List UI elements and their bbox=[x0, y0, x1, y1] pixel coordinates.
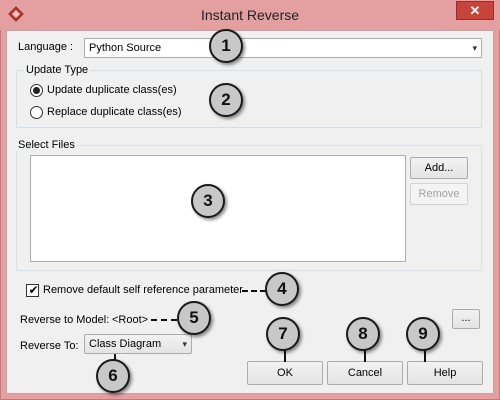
help-button[interactable]: Help bbox=[407, 361, 483, 385]
update-duplicate-radio[interactable] bbox=[30, 84, 43, 97]
callout-5-connector bbox=[151, 319, 177, 321]
callout-9: 9 bbox=[406, 317, 440, 351]
callout-7: 7 bbox=[266, 317, 300, 351]
callout-2: 2 bbox=[209, 83, 243, 117]
callout-5: 5 bbox=[177, 301, 211, 335]
browse-model-button[interactable]: ... bbox=[452, 309, 480, 329]
window-title: Instant Reverse bbox=[200, 7, 300, 23]
callout-9-connector bbox=[424, 350, 426, 362]
cancel-button[interactable]: Cancel bbox=[327, 361, 403, 385]
cancel-button-label: Cancel bbox=[347, 367, 383, 379]
radio-selected-dot bbox=[33, 87, 40, 94]
reverse-to-value: Class Diagram bbox=[89, 338, 162, 350]
reverse-to-model-label: Reverse to Model: bbox=[20, 314, 110, 326]
callout-7-connector bbox=[284, 350, 286, 362]
callout-4-connector bbox=[242, 290, 266, 292]
help-button-label: Help bbox=[433, 367, 457, 379]
close-icon: ✕ bbox=[469, 3, 481, 18]
ok-button-label: OK bbox=[277, 367, 293, 379]
select-files-legend: Select Files bbox=[16, 139, 77, 151]
reverse-to-dropdown[interactable]: Class Diagram ▾ bbox=[84, 334, 192, 354]
replace-duplicate-radio[interactable] bbox=[30, 106, 43, 119]
add-button[interactable]: Add... bbox=[410, 157, 468, 179]
ok-button[interactable]: OK bbox=[247, 361, 323, 385]
callout-8-connector bbox=[364, 350, 366, 362]
callout-3: 3 bbox=[191, 184, 225, 218]
close-button[interactable]: ✕ bbox=[456, 1, 494, 20]
check-icon: ✔ bbox=[28, 283, 39, 297]
language-dropdown[interactable]: Python Source ▾ bbox=[84, 38, 482, 58]
callout-4: 4 bbox=[265, 272, 299, 306]
update-type-legend: Update Type bbox=[24, 64, 91, 76]
chevron-down-icon: ▾ bbox=[472, 43, 477, 53]
callout-6: 6 bbox=[96, 359, 130, 393]
reverse-to-model-value: <Root> bbox=[112, 314, 149, 326]
callout-8: 8 bbox=[346, 317, 380, 351]
chevron-down-icon: ▾ bbox=[182, 339, 187, 349]
reverse-to-label: Reverse To: bbox=[20, 340, 79, 352]
remove-button-label: Remove bbox=[418, 188, 460, 200]
remove-self-reference-label[interactable]: Remove default self reference parameter bbox=[43, 284, 243, 296]
replace-duplicate-label[interactable]: Replace duplicate class(es) bbox=[47, 106, 182, 118]
remove-self-reference-checkbox[interactable]: ✔ bbox=[26, 283, 39, 297]
callout-1: 1 bbox=[209, 29, 243, 63]
remove-button[interactable]: Remove bbox=[410, 183, 468, 205]
language-value: Python Source bbox=[89, 42, 162, 54]
update-duplicate-label[interactable]: Update duplicate class(es) bbox=[47, 84, 177, 96]
update-type-group bbox=[16, 70, 482, 128]
browse-model-button-label: ... bbox=[461, 312, 471, 324]
language-label: Language : bbox=[18, 41, 74, 53]
add-button-label: Add... bbox=[424, 162, 454, 174]
